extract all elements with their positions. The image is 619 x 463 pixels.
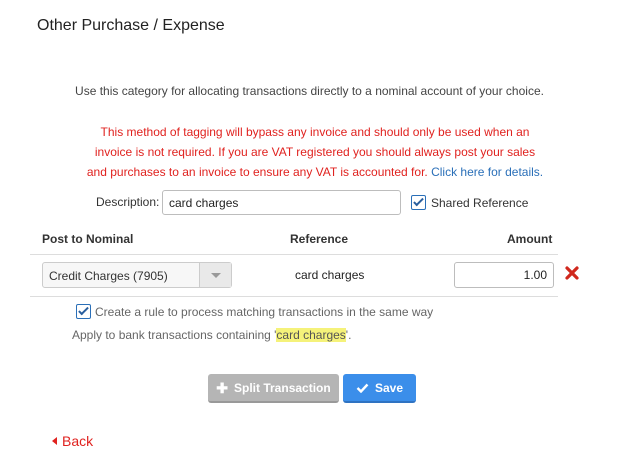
- table-divider: [30, 254, 558, 255]
- checkmark-icon: [413, 195, 424, 207]
- header-post-to-nominal: Post to Nominal: [42, 232, 134, 246]
- caret-left-icon: [52, 437, 57, 445]
- save-button[interactable]: Save: [343, 374, 416, 403]
- header-amount: Amount: [507, 232, 553, 246]
- nominal-select-toggle[interactable]: [199, 263, 231, 287]
- check-icon: [356, 383, 369, 393]
- amount-input[interactable]: [454, 262, 554, 288]
- apply-suffix: '.: [345, 328, 352, 342]
- apply-prefix: Apply to bank transactions containing ': [72, 328, 277, 342]
- warning-line-1: This method of tagging will bypass any i…: [100, 125, 530, 139]
- chevron-down-icon: [211, 273, 221, 278]
- save-label: Save: [374, 380, 404, 395]
- shared-reference-checkbox[interactable]: [411, 195, 426, 210]
- apply-rule-text: Apply to bank transactions containing 'c…: [72, 328, 351, 342]
- page-title: Other Purchase / Expense: [37, 17, 225, 34]
- split-transaction-label: Split Transaction: [234, 380, 331, 395]
- checkmark-icon: [78, 304, 89, 316]
- description-label: Description:: [96, 195, 160, 209]
- description-input[interactable]: [162, 190, 401, 215]
- warning-line-2: invoice is not required. If you are VAT …: [94, 145, 536, 159]
- header-reference: Reference: [290, 232, 349, 246]
- vat-warning: This method of tagging will bypass any i…: [70, 122, 560, 182]
- details-link[interactable]: Click here for details.: [431, 165, 543, 179]
- back-label: Back: [62, 433, 94, 449]
- plus-icon: ✚: [216, 379, 229, 396]
- shared-reference-label[interactable]: Shared Reference: [431, 196, 528, 210]
- description-row: Description: Shared Reference: [0, 190, 619, 215]
- create-rule-checkbox[interactable]: [76, 304, 91, 319]
- reference-value: card charges: [295, 268, 365, 282]
- split-transaction-button[interactable]: ✚ Split Transaction: [208, 374, 339, 403]
- row-divider: [30, 296, 558, 297]
- nominal-select[interactable]: Credit Charges (7905): [42, 262, 232, 288]
- warning-line-3-text: and purchases to an invoice to ensure an…: [86, 165, 428, 179]
- back-link[interactable]: Back: [52, 433, 93, 449]
- delete-icon[interactable]: [564, 263, 580, 283]
- create-rule-label[interactable]: Create a rule to process matching transa…: [95, 305, 433, 319]
- apply-term-highlight: card charges: [276, 328, 346, 342]
- warning-line-3: and purchases to an invoice to ensure an…: [70, 162, 560, 182]
- intro-text: Use this category for allocating transac…: [75, 84, 544, 98]
- nominal-select-value: Credit Charges (7905): [49, 269, 168, 283]
